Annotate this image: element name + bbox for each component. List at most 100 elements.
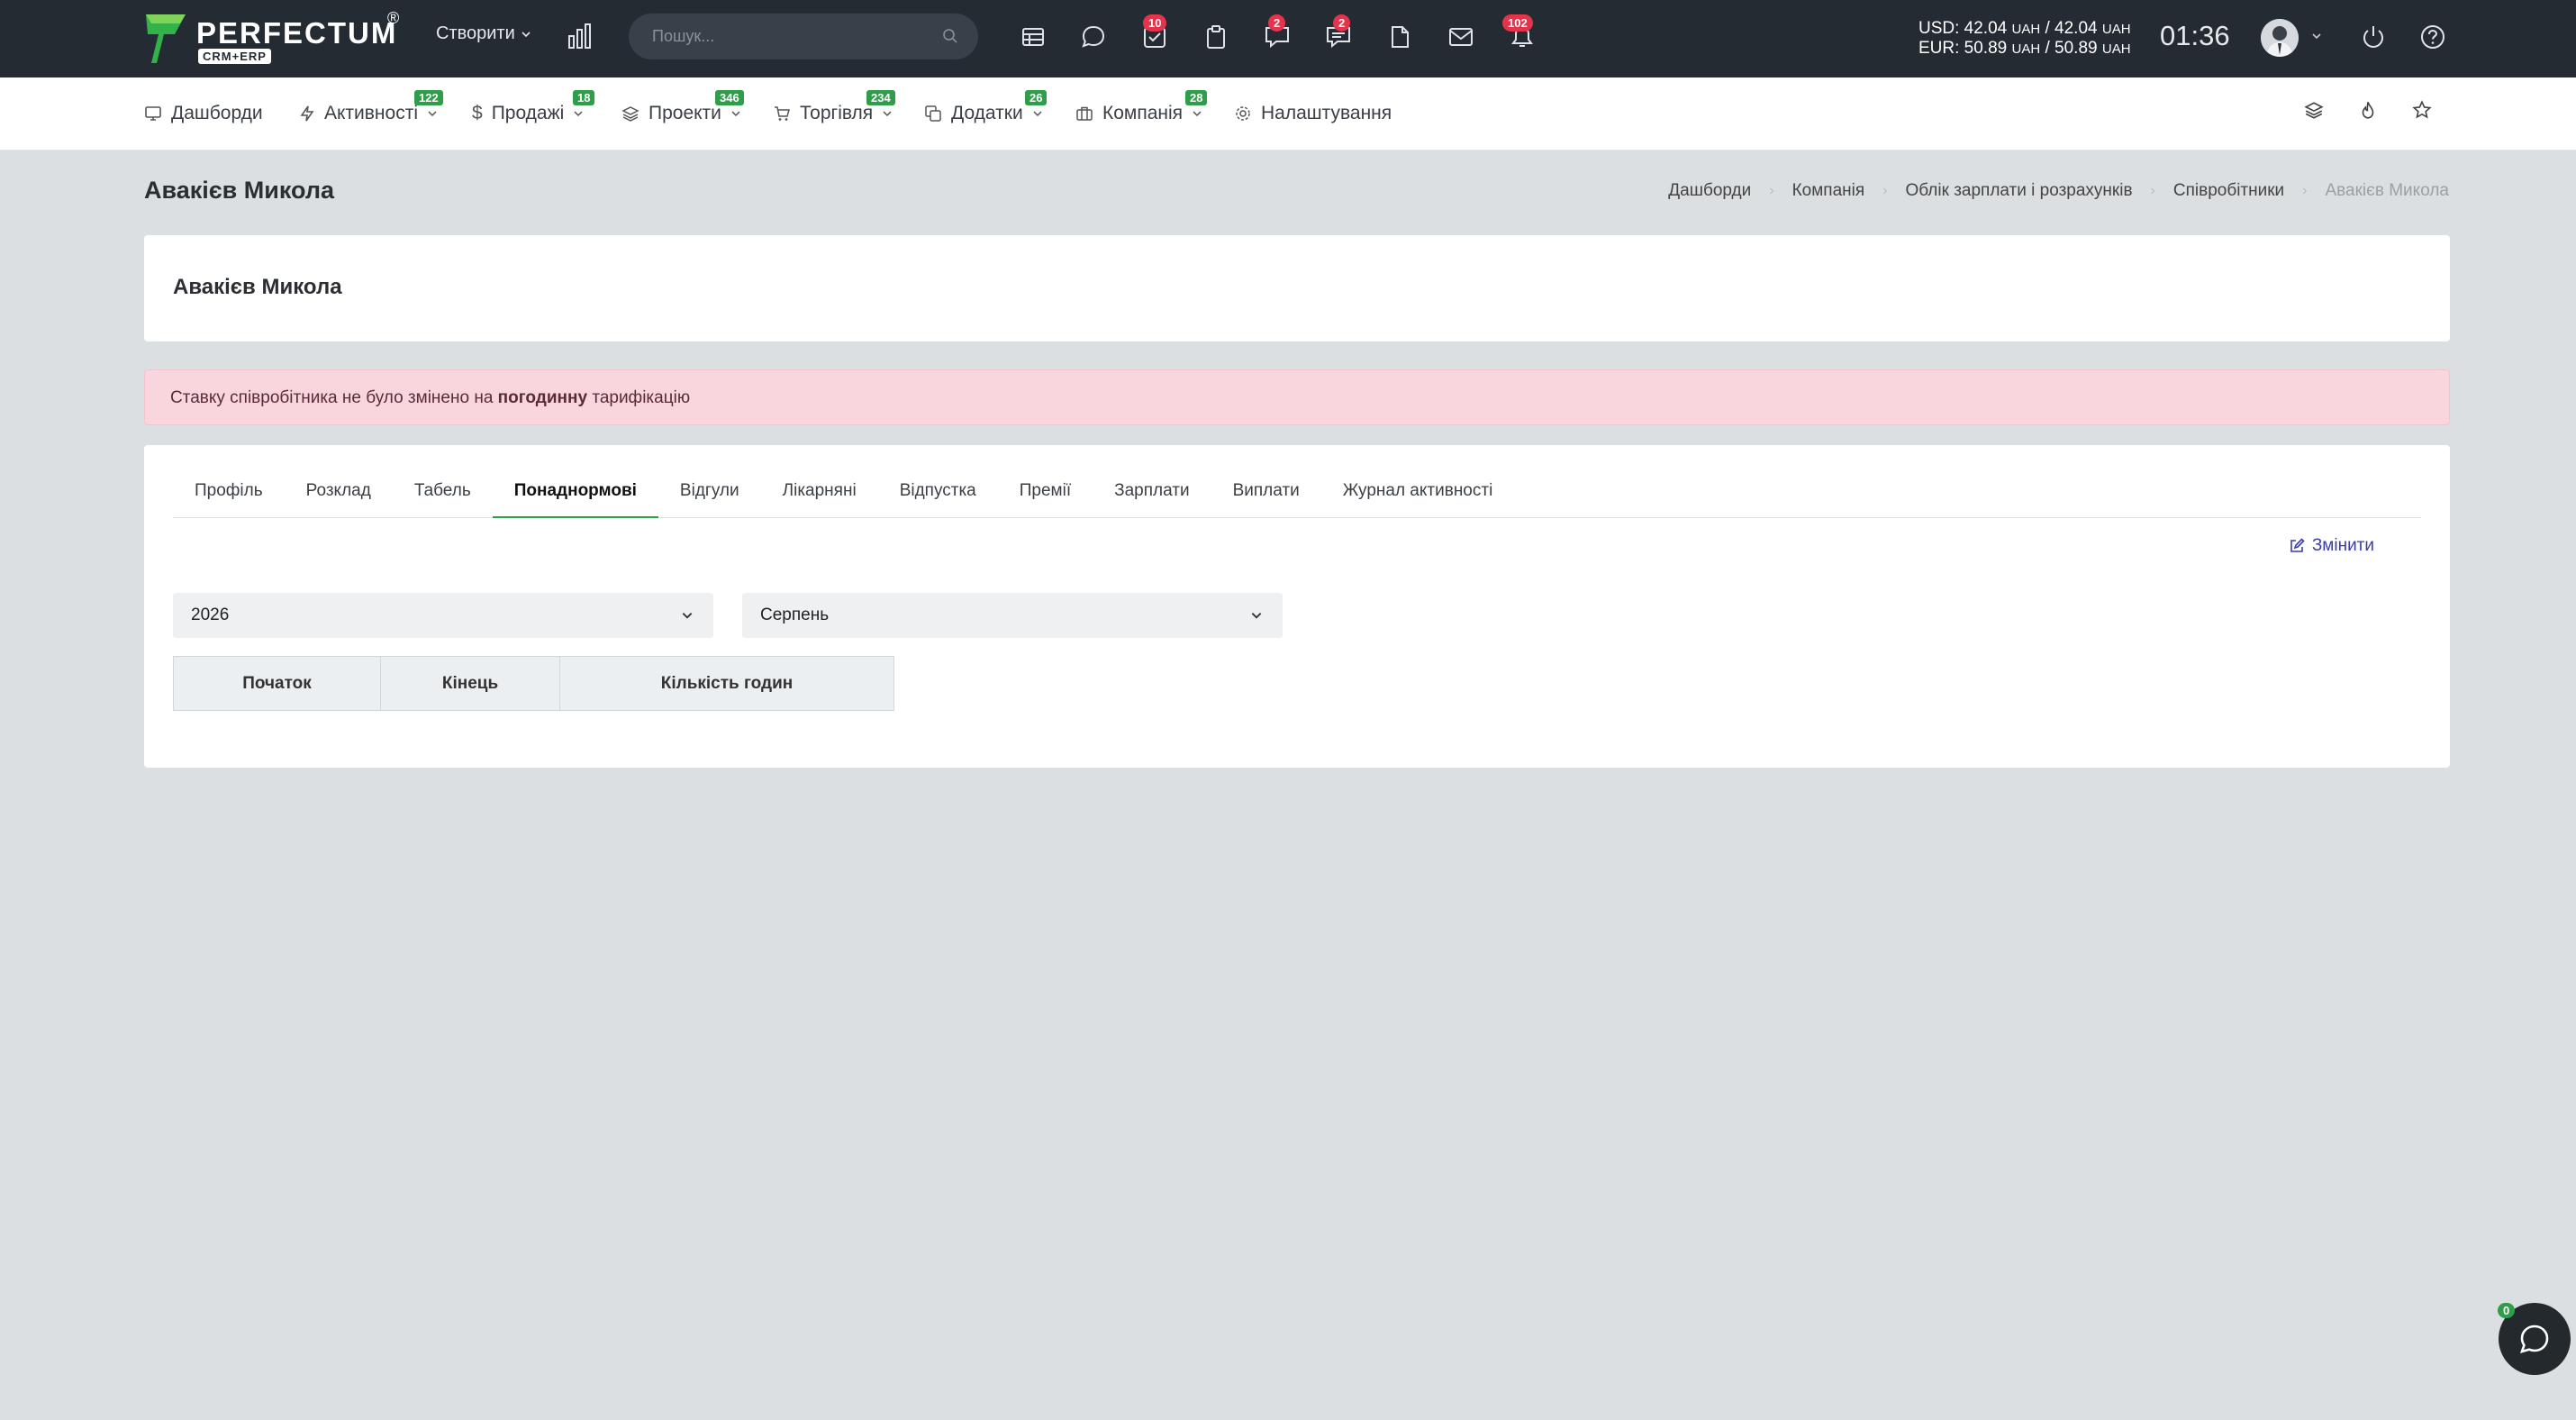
logo-subtitle: CRM+ERP — [198, 49, 271, 64]
notifications-badge: 102 — [1502, 14, 1533, 32]
document-icon[interactable] — [1384, 22, 1415, 52]
bolt-icon — [300, 105, 314, 122]
tab-overtime[interactable]: Понаднормові — [492, 478, 658, 518]
tab-vacation[interactable]: Відпустка — [878, 478, 998, 518]
nav-label: Торгівля — [800, 103, 874, 123]
nav-badge: 18 — [573, 90, 595, 105]
chevron-down-icon — [682, 613, 693, 619]
nav-badge: 234 — [866, 90, 895, 105]
user-avatar-icon — [2261, 19, 2299, 57]
chevron-right-icon: › — [1882, 183, 1888, 198]
nav-badge: 122 — [414, 90, 443, 105]
nav-projects[interactable]: Проекти 346 — [621, 90, 744, 124]
nav-sales[interactable]: $ Продажі 18 — [472, 90, 595, 124]
comment-icon[interactable] — [1078, 22, 1109, 52]
nav-company[interactable]: Компанія 28 — [1075, 90, 1208, 124]
eur-rate: EUR: 50.89 UAH / 50.89 UAH — [1918, 39, 2131, 58]
tab-payments[interactable]: Виплати — [1211, 478, 1321, 518]
tasks-badge: 10 — [1143, 14, 1167, 32]
mail-icon[interactable] — [1446, 22, 1476, 52]
table-header-row: Початок Кінець Кількість годин — [173, 656, 894, 711]
year-select[interactable]: 2026 — [173, 593, 713, 638]
nav-dashboards[interactable]: Дашборди — [144, 103, 263, 124]
logo-mark-icon — [146, 14, 186, 63]
nav-label: Компанія — [1102, 103, 1184, 123]
star-icon[interactable] — [2412, 100, 2432, 120]
chevron-right-icon: › — [2150, 183, 2155, 198]
chevron-down-icon — [1251, 613, 1262, 619]
breadcrumb-current: Авакієв Микола — [2325, 181, 2450, 200]
tab-sick-leave[interactable]: Лікарняні — [761, 478, 878, 518]
logo[interactable]: PERFECTUM CRM+ERP ® — [144, 9, 414, 67]
power-icon[interactable] — [2360, 23, 2387, 50]
calendar-table-icon[interactable] — [1018, 22, 1048, 52]
chevron-down-icon — [428, 111, 437, 117]
help-icon[interactable] — [2419, 23, 2446, 50]
nav-badge: 346 — [715, 90, 744, 105]
nav-label: Продажі — [491, 103, 565, 123]
column-start[interactable]: Початок — [173, 656, 381, 711]
clock: 01:36 — [2160, 20, 2230, 51]
create-dropdown-button[interactable]: Створити — [436, 23, 531, 44]
top-bar: PERFECTUM CRM+ERP ® Створити 10 2 2 — [0, 0, 2576, 77]
tab-activity-log[interactable]: Журнал активності — [1321, 478, 1515, 518]
chevron-down-icon — [883, 111, 892, 117]
chevron-down-icon[interactable] — [2311, 31, 2322, 41]
chevron-down-icon — [731, 111, 740, 117]
main-navigation: Дашборди Активності 122 $ Продажі 18 Про… — [0, 77, 2576, 150]
nav-addons[interactable]: Додатки 26 — [924, 90, 1048, 124]
tab-profile[interactable]: Профіль — [173, 478, 285, 518]
create-label: Створити — [436, 23, 515, 43]
bar-chart-icon[interactable] — [566, 22, 594, 50]
column-end[interactable]: Кінець — [380, 656, 560, 711]
overtime-table: Початок Кінець Кількість годин — [173, 656, 894, 711]
clipboard-icon[interactable] — [1201, 22, 1231, 52]
search-input[interactable] — [629, 14, 917, 59]
column-hours[interactable]: Кількість годин — [559, 656, 894, 711]
nav-badge: 28 — [1185, 90, 1208, 105]
currency-rates: USD: 42.04 UAH / 42.04 UAH EUR: 50.89 UA… — [1918, 19, 2131, 59]
employee-details-card: Профіль Розклад Табель Понаднормові Відг… — [144, 445, 2450, 768]
nav-activities[interactable]: Активності 122 — [299, 90, 443, 124]
breadcrumb-employees[interactable]: Співробітники — [2173, 181, 2284, 201]
search-icon[interactable] — [942, 28, 958, 44]
tab-schedule[interactable]: Розклад — [285, 478, 393, 518]
chevron-down-icon — [522, 31, 531, 37]
nav-label: Налаштування — [1261, 103, 1392, 123]
tab-bar: Профіль Розклад Табель Понаднормові Відг… — [173, 478, 2421, 518]
edit-icon — [2290, 538, 2305, 552]
edit-button[interactable]: Змінити — [2289, 536, 2374, 556]
fire-icon[interactable] — [2358, 100, 2378, 120]
cart-icon — [775, 106, 790, 121]
month-select-value: Серпень — [760, 605, 830, 624]
breadcrumb-company[interactable]: Компанія — [1792, 181, 1865, 201]
alert-text-after: тарифікацію — [587, 388, 691, 407]
nav-trade[interactable]: Торгівля 234 — [773, 90, 895, 124]
page-title: Авакієв Микола — [144, 177, 335, 204]
avatar[interactable] — [2261, 19, 2299, 57]
tab-timesheet[interactable]: Табель — [393, 478, 493, 518]
breadcrumb-payroll[interactable]: Облік зарплати і розрахунків — [1905, 181, 2132, 201]
usd-rate: USD: 42.04 UAH / 42.04 UAH — [1918, 19, 2131, 38]
tab-time-off[interactable]: Відгули — [658, 478, 761, 518]
monitor-icon — [145, 106, 161, 121]
tab-bonuses[interactable]: Премії — [998, 478, 1093, 518]
nav-label: Дашборди — [171, 103, 263, 123]
rate-alert: Ставку співробітника не було змінено на … — [144, 369, 2450, 425]
search-box — [629, 14, 978, 59]
nav-settings[interactable]: Налаштування — [1234, 103, 1392, 124]
layers-icon[interactable] — [2304, 100, 2324, 120]
chevron-down-icon — [574, 111, 583, 117]
logo-text: PERFECTUM — [196, 16, 398, 50]
breadcrumb: Дашборди › Компанія › Облік зарплати і р… — [1668, 181, 2449, 201]
nav-label: Проекти — [649, 103, 721, 123]
chevron-down-icon — [1033, 111, 1042, 117]
breadcrumb-dashboards[interactable]: Дашборди — [1668, 181, 1751, 201]
gear-icon — [1236, 106, 1250, 121]
layers-icon — [621, 106, 639, 122]
nav-badge: 26 — [1025, 90, 1048, 105]
tab-salaries[interactable]: Зарплати — [1093, 478, 1211, 518]
nav-label: Додатки — [951, 103, 1023, 123]
employee-name: Авакієв Микола — [173, 275, 342, 299]
month-select[interactable]: Серпень — [742, 593, 1283, 638]
